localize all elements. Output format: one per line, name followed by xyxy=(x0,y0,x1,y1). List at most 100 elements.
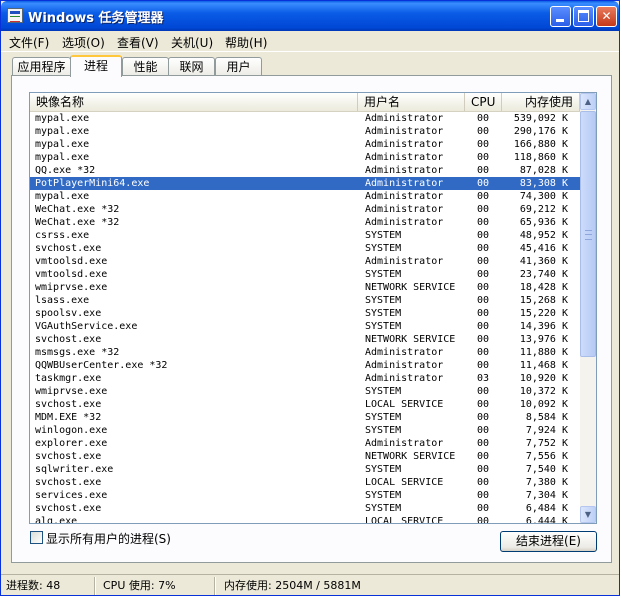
process-name: mypal.exe xyxy=(35,152,90,163)
table-row[interactable]: sqlwriter.exe SYSTEM 00 7,540 K xyxy=(30,463,580,476)
menu-file[interactable]: 文件(F) xyxy=(9,34,49,51)
table-row[interactable]: csrss.exe SYSTEM 00 48,952 K xyxy=(30,229,580,242)
process-user: Administrator xyxy=(365,256,444,267)
table-row[interactable]: WeChat.exe *32 Administrator 00 69,212 K xyxy=(30,203,580,216)
arrow-down-icon: ▼ xyxy=(584,510,592,519)
process-memory: 6,444 K xyxy=(525,516,568,524)
menu-options[interactable]: 选项(O) xyxy=(62,34,105,51)
process-cpu: 00 xyxy=(477,230,490,241)
process-name: mypal.exe xyxy=(35,139,90,150)
table-row[interactable]: explorer.exe Administrator 00 7,752 K xyxy=(30,437,580,450)
table-row[interactable]: svchost.exe LOCAL SERVICE 00 10,092 K xyxy=(30,398,580,411)
process-cpu: 00 xyxy=(477,477,490,488)
table-row[interactable]: mypal.exe Administrator 00 290,176 K xyxy=(30,125,580,138)
table-row[interactable]: PotPlayerMini64.exe Administrator 00 83,308… xyxy=(30,177,580,190)
table-row[interactable]: mypal.exe Administrator 00 118,860 K xyxy=(30,151,580,164)
scroll-thumb[interactable] xyxy=(580,111,596,357)
table-row[interactable]: MDM.EXE *32 SYSTEM 00 8,584 K xyxy=(30,411,580,424)
process-memory: 11,468 K xyxy=(519,360,568,371)
process-cpu: 00 xyxy=(477,113,490,124)
process-name: wmiprvse.exe xyxy=(35,282,108,293)
status-cpu-usage: CPU 使用: 7% xyxy=(103,579,176,592)
table-row[interactable]: spoolsv.exe SYSTEM 00 15,220 K xyxy=(30,307,580,320)
process-list[interactable]: 映像名称 用户名 CPU 内存使用 mypal.exe Administrator… xyxy=(29,92,597,524)
table-row[interactable]: QQ.exe *32 Administrator 00 87,028 K xyxy=(30,164,580,177)
process-memory: 48,952 K xyxy=(519,230,568,241)
table-row[interactable]: wmiprvse.exe NETWORK SERVICE 00 18,428 K xyxy=(30,281,580,294)
process-name: svchost.exe xyxy=(35,503,102,514)
process-user: SYSTEM xyxy=(365,386,402,397)
process-memory: 14,396 K xyxy=(519,321,568,332)
menu-shutdown[interactable]: 关机(U) xyxy=(171,34,213,51)
process-memory: 539,092 K xyxy=(513,113,568,124)
process-cpu: 00 xyxy=(477,438,490,449)
tab-processes[interactable]: 进程 xyxy=(70,55,122,77)
table-row[interactable]: alg.exe LOCAL SERVICE 00 6,444 K xyxy=(30,515,580,524)
column-image-name[interactable]: 映像名称 xyxy=(30,93,358,111)
process-name: VGAuthService.exe xyxy=(35,321,138,332)
table-row[interactable]: lsass.exe SYSTEM 00 15,268 K xyxy=(30,294,580,307)
table-row[interactable]: vmtoolsd.exe Administrator 00 41,360 K xyxy=(30,255,580,268)
process-memory: 23,740 K xyxy=(519,269,568,280)
process-user: LOCAL SERVICE xyxy=(365,399,444,410)
process-memory: 8,584 K xyxy=(525,412,568,423)
scroll-down-button[interactable]: ▼ xyxy=(580,506,596,523)
table-row[interactable]: svchost.exe NETWORK SERVICE 00 7,556 K xyxy=(30,450,580,463)
process-memory: 7,556 K xyxy=(525,451,568,462)
tab-applications[interactable]: 应用程序 xyxy=(12,57,71,76)
table-row[interactable]: mypal.exe Administrator 00 166,880 K xyxy=(30,138,580,151)
table-row[interactable]: svchost.exe SYSTEM 00 45,416 K xyxy=(30,242,580,255)
table-row[interactable]: mypal.exe Administrator 00 539,092 K xyxy=(30,112,580,125)
maximize-button[interactable] xyxy=(573,6,594,27)
minimize-button[interactable] xyxy=(550,6,571,27)
vertical-scrollbar[interactable]: ▲ ▼ xyxy=(580,93,596,523)
close-button[interactable]: ✕ xyxy=(596,6,617,27)
show-all-users-checkbox[interactable] xyxy=(30,531,43,544)
tab-networking[interactable]: 联网 xyxy=(168,57,215,76)
table-row[interactable]: svchost.exe SYSTEM 00 6,484 K xyxy=(30,502,580,515)
process-cpu: 00 xyxy=(477,386,490,397)
process-cpu: 00 xyxy=(477,360,490,371)
process-user: Administrator xyxy=(365,152,444,163)
column-cpu[interactable]: CPU xyxy=(465,93,502,111)
process-cpu: 03 xyxy=(477,373,490,384)
process-name: svchost.exe xyxy=(35,399,102,410)
process-memory: 15,220 K xyxy=(519,308,568,319)
menu-help[interactable]: 帮助(H) xyxy=(225,34,267,51)
process-memory: 69,212 K xyxy=(519,204,568,215)
process-cpu: 00 xyxy=(477,464,490,475)
table-row[interactable]: mypal.exe Administrator 00 74,300 K xyxy=(30,190,580,203)
title-bar[interactable]: Windows 任务管理器 ✕ xyxy=(1,1,619,31)
process-name: taskmgr.exe xyxy=(35,373,102,384)
table-row[interactable]: winlogon.exe SYSTEM 00 7,924 K xyxy=(30,424,580,437)
process-name: lsass.exe xyxy=(35,295,90,306)
table-row[interactable]: wmiprvse.exe SYSTEM 00 10,372 K xyxy=(30,385,580,398)
table-row[interactable]: svchost.exe NETWORK SERVICE 00 13,976 K xyxy=(30,333,580,346)
process-name: QQWBUserCenter.exe *32 xyxy=(35,360,168,371)
column-user-name[interactable]: 用户名 xyxy=(358,93,465,111)
table-row[interactable]: vmtoolsd.exe SYSTEM 00 23,740 K xyxy=(30,268,580,281)
tab-performance[interactable]: 性能 xyxy=(122,57,169,76)
table-row[interactable]: taskmgr.exe Administrator 03 10,920 K xyxy=(30,372,580,385)
end-process-button[interactable]: 结束进程(E) xyxy=(500,531,597,552)
table-row[interactable]: svchost.exe LOCAL SERVICE 00 7,380 K xyxy=(30,476,580,489)
table-row[interactable]: VGAuthService.exe SYSTEM 00 14,396 K xyxy=(30,320,580,333)
tab-users[interactable]: 用户 xyxy=(215,57,262,76)
process-memory: 118,860 K xyxy=(513,152,568,163)
table-row[interactable]: WeChat.exe *32 Administrator 00 65,936 K xyxy=(30,216,580,229)
process-memory: 7,304 K xyxy=(525,490,568,501)
table-row[interactable]: QQWBUserCenter.exe *32 Administrator 00 11,… xyxy=(30,359,580,372)
table-row[interactable]: msmsgs.exe *32 Administrator 00 11,880 K xyxy=(30,346,580,359)
table-row[interactable]: services.exe SYSTEM 00 7,304 K xyxy=(30,489,580,502)
process-memory: 7,924 K xyxy=(525,425,568,436)
status-process-count: 进程数: 48 xyxy=(6,579,61,592)
column-memory[interactable]: 内存使用 xyxy=(502,93,580,111)
process-memory: 10,092 K xyxy=(519,399,568,410)
status-bar: 进程数: 48 CPU 使用: 7% 内存使用: 2504M / 5881M xyxy=(1,574,619,597)
scroll-up-button[interactable]: ▲ xyxy=(580,93,596,110)
process-name: mypal.exe xyxy=(35,113,90,124)
process-memory: 11,880 K xyxy=(519,347,568,358)
menu-view[interactable]: 查看(V) xyxy=(117,34,159,51)
show-all-users-label[interactable]: 显示所有用户的进程(S) xyxy=(46,530,171,547)
process-user: Administrator xyxy=(365,438,444,449)
